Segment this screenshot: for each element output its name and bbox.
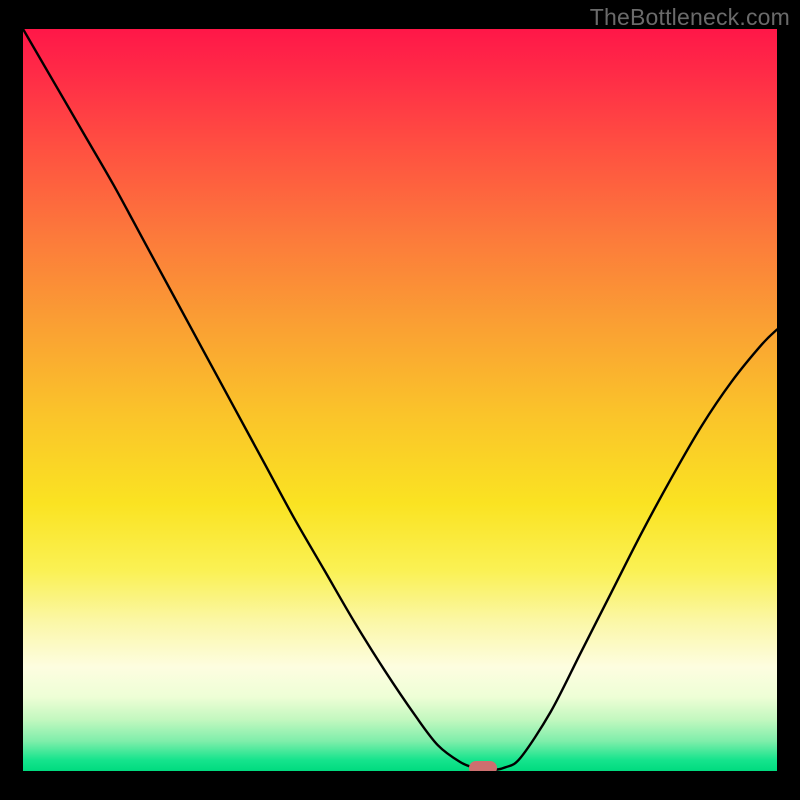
watermark-text: TheBottleneck.com: [590, 4, 790, 31]
bottleneck-curve: [23, 29, 777, 771]
plot-area: [23, 29, 777, 771]
chart-frame: TheBottleneck.com: [0, 0, 800, 800]
curve-path: [23, 29, 777, 770]
minimum-marker: [469, 761, 497, 771]
